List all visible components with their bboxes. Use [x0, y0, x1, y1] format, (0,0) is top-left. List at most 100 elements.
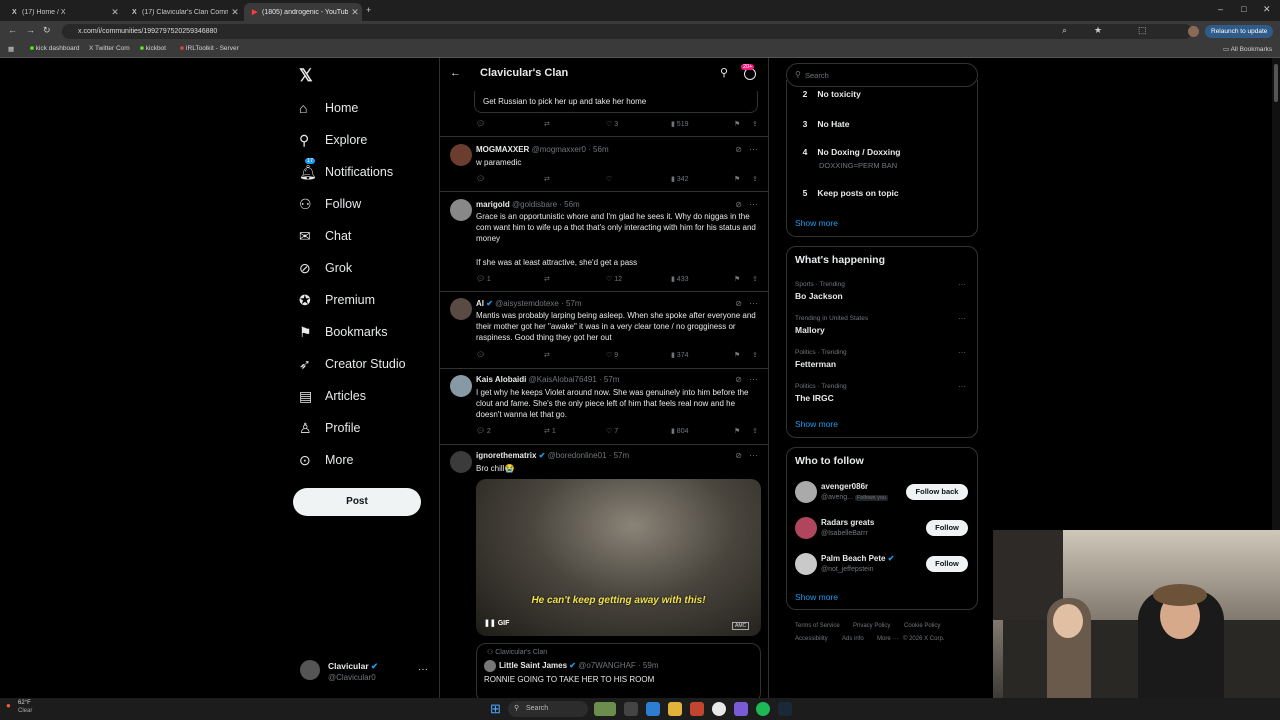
follow-name[interactable]: avenger086r: [821, 482, 868, 491]
nav-chat[interactable]: ✉ Chat: [299, 224, 351, 248]
avatar[interactable]: [795, 517, 817, 539]
all-bookmarks[interactable]: ▭ All Bookmarks: [1223, 45, 1272, 53]
avatar[interactable]: [450, 199, 472, 221]
new-tab-icon[interactable]: +: [366, 5, 371, 15]
gif-controls[interactable]: ❚❚ GIF: [484, 619, 509, 627]
footer-link[interactable]: Ads info: [842, 636, 864, 642]
tweet[interactable]: AI ✔ @aisystemdotexe · 57m ⊘ ··· Mantis …: [440, 293, 768, 369]
x-logo-icon[interactable]: 𝕏: [299, 66, 313, 86]
app-icon[interactable]: [734, 702, 748, 716]
bookmark-item[interactable]: ■ kickbot: [140, 45, 166, 52]
search-icon[interactable]: ⚲: [720, 66, 728, 79]
extensions-icon[interactable]: ⬚: [1138, 25, 1147, 36]
repost-icon[interactable]: ⇄: [544, 275, 550, 283]
more-icon[interactable]: ···: [958, 314, 966, 323]
tweet[interactable]: MOGMAXXER @mogmaxxer0 · 56m ⊘ ··· w para…: [440, 138, 768, 192]
reply-icon[interactable]: 💬︎: [476, 175, 485, 183]
close-icon[interactable]: ✕: [228, 7, 242, 18]
nav-creator-studio[interactable]: ➶ Creator Studio: [299, 352, 406, 376]
bookmark-icon[interactable]: ⚑: [734, 351, 740, 359]
more-icon[interactable]: ···: [749, 450, 758, 460]
reload-icon[interactable]: ↻: [43, 25, 51, 36]
nav-follow[interactable]: ⚇ Follow: [299, 192, 361, 216]
repost-icon[interactable]: ⇄: [544, 175, 550, 183]
tweet-author[interactable]: marigold @goldisbare · 56m: [476, 200, 580, 209]
maximize-icon[interactable]: □: [1241, 4, 1246, 14]
footer-link[interactable]: More ···: [877, 636, 898, 642]
grok-icon[interactable]: ⊘: [735, 145, 742, 154]
tweet[interactable]: marigold @goldisbare · 56m ⊘ ··· Grace i…: [440, 193, 768, 292]
share-icon[interactable]: ⇪: [752, 351, 758, 359]
like-button[interactable]: ♡ 12: [606, 275, 622, 283]
apps-icon[interactable]: ▦: [8, 45, 14, 53]
bookmark-icon[interactable]: ⚑: [734, 427, 740, 435]
url-input[interactable]: x.com/i/communities/1992797520259346880: [62, 24, 1192, 39]
bookmark-item[interactable]: ■ IRLToolkit - Server: [180, 45, 239, 52]
trend-name[interactable]: Bo Jackson: [795, 291, 843, 301]
avatar[interactable]: [450, 451, 472, 473]
tweet-author[interactable]: Kais Alobaidi @KaisAlobai76491 · 57m: [476, 375, 619, 384]
tweet[interactable]: Kais Alobaidi @KaisAlobai76491 · 57m ⊘ ·…: [440, 370, 768, 445]
repost-button[interactable]: ⇄ 1: [544, 427, 556, 435]
nav-grok[interactable]: ⊘ Grok: [299, 256, 352, 280]
like-icon[interactable]: ♡: [606, 175, 612, 183]
widget-icon[interactable]: [594, 702, 616, 716]
close-icon[interactable]: ✕: [348, 7, 362, 18]
spotify-icon[interactable]: [756, 702, 770, 716]
repost-icon[interactable]: ⇄: [544, 351, 550, 359]
steam-icon[interactable]: [778, 702, 792, 716]
nav-premium[interactable]: ✪ Premium: [299, 288, 375, 312]
relaunch-button[interactable]: Relaunch to update: [1205, 25, 1274, 38]
grok-icon[interactable]: ⊘: [735, 299, 742, 308]
nav-bookmarks[interactable]: ⚑ Bookmarks: [299, 320, 388, 344]
follow-back-button[interactable]: Follow back: [906, 484, 968, 500]
bookmark-icon[interactable]: ⚑: [734, 120, 740, 128]
tweet-author[interactable]: AI ✔ @aisystemdotexe · 57m: [476, 299, 582, 308]
show-more-link[interactable]: Show more: [795, 218, 838, 228]
share-icon[interactable]: ⇪: [752, 275, 758, 283]
account-avatar[interactable]: [300, 660, 320, 680]
reply-icon[interactable]: 💬︎: [476, 351, 485, 359]
like-button[interactable]: ♡ 3: [606, 120, 618, 128]
avatar[interactable]: [450, 375, 472, 397]
reply-button[interactable]: 💬︎ 2: [476, 427, 491, 435]
more-icon[interactable]: ···: [958, 280, 966, 289]
views-button[interactable]: ▮ 433: [671, 275, 688, 283]
views-button[interactable]: ▮ 519: [671, 120, 688, 128]
share-icon[interactable]: ⇪: [752, 120, 758, 128]
show-more-link[interactable]: Show more: [795, 419, 838, 429]
trend-name[interactable]: The IRGC: [795, 393, 834, 403]
avatar[interactable]: [450, 144, 472, 166]
grok-icon[interactable]: ⊘: [735, 375, 742, 384]
more-icon[interactable]: ···: [749, 298, 758, 308]
grok-icon[interactable]: ⊘: [735, 451, 742, 460]
views-button[interactable]: ▮ 804: [671, 427, 688, 435]
tab-home[interactable]: X (17) Home / X ✕: [4, 3, 122, 21]
close-icon[interactable]: ✕: [108, 7, 122, 18]
nav-notifications[interactable]: 🔔︎ 17 Notifications: [299, 157, 393, 184]
back-arrow-icon[interactable]: ←: [450, 67, 461, 79]
more-icon[interactable]: ···: [749, 374, 758, 384]
footer-link[interactable]: Accessibility: [795, 636, 828, 642]
nav-more[interactable]: ⊙ More: [299, 448, 353, 472]
minimize-icon[interactable]: –: [1218, 4, 1223, 14]
tweet[interactable]: ignorethematrix ✔ @boredonline01 · 57m ⊘…: [440, 446, 768, 698]
quote-tweet[interactable]: ⚇ Clavicular's Clan Little Saint James ✔…: [476, 643, 761, 698]
app-icon[interactable]: [690, 702, 704, 716]
follow-name[interactable]: Palm Beach Pete ✔: [821, 554, 894, 563]
more-icon[interactable]: ···: [958, 382, 966, 391]
avatar[interactable]: [795, 553, 817, 575]
account-menu-icon[interactable]: ···: [418, 664, 428, 675]
footer-link[interactable]: Terms of Service: [795, 623, 840, 629]
profile-avatar[interactable]: [1188, 26, 1199, 37]
avatar[interactable]: [450, 298, 472, 320]
forward-icon[interactable]: →: [26, 25, 35, 35]
like-button[interactable]: ♡ 9: [606, 351, 618, 359]
taskbar-search[interactable]: ⚲ Search: [508, 701, 588, 717]
follow-button[interactable]: Follow: [926, 520, 968, 536]
zoom-icon[interactable]: ⌕: [1062, 25, 1067, 36]
tweet-author[interactable]: ignorethematrix ✔ @boredonline01 · 57m: [476, 451, 629, 460]
tweet-author[interactable]: MOGMAXXER @mogmaxxer0 · 56m: [476, 145, 609, 154]
avatar[interactable]: [795, 481, 817, 503]
start-icon[interactable]: ⊞: [490, 701, 501, 717]
